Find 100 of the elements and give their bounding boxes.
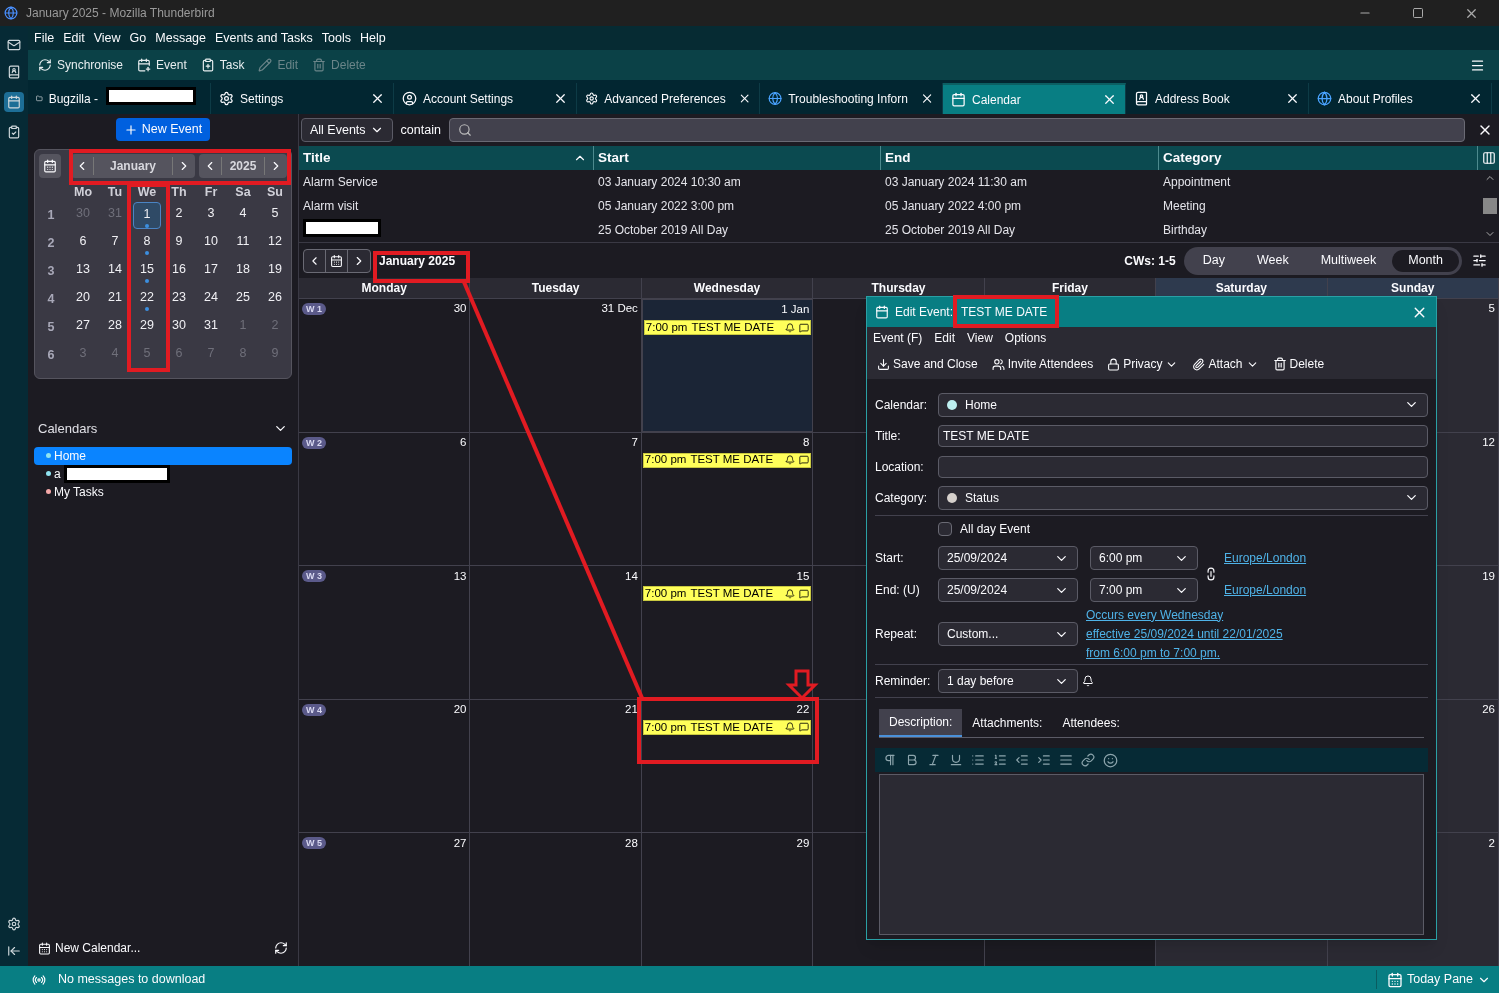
menu-item[interactable]: View [967, 329, 993, 347]
day-cell[interactable]: 22 7:00 pm TEST ME DATE [641, 699, 814, 833]
event-item[interactable]: 7:00 pm TEST ME DATE [643, 320, 812, 335]
menu-item[interactable]: Options [1004, 329, 1047, 347]
day-cell[interactable]: 22 [133, 286, 161, 313]
event-item[interactable]: 7:00 pm TEST ME DATE [642, 719, 812, 735]
day-cell[interactable]: 14 [101, 258, 129, 285]
menu-icon[interactable] [1470, 57, 1485, 73]
day-cell[interactable]: 15 [133, 258, 161, 285]
recurrence-link[interactable]: Occurs every Wednesday [1086, 605, 1283, 625]
dropdown[interactable]: Custom... [938, 622, 1078, 646]
time-picker[interactable]: 7:00 pm [1090, 578, 1198, 602]
view-options-icon[interactable] [1472, 253, 1487, 268]
day-cell[interactable]: 11 [229, 230, 257, 257]
recurrence-link[interactable]: effective 25/09/2024 until 22/01/2025 [1086, 624, 1283, 644]
month-picker[interactable]: January [71, 154, 195, 178]
date-picker[interactable]: 25/09/2024 [938, 546, 1078, 570]
sync-icon[interactable] [274, 941, 288, 955]
indent-icon[interactable] [1037, 753, 1051, 767]
view-tab[interactable]: Week [1240, 249, 1305, 272]
day-cell[interactable]: 7 [101, 230, 129, 257]
maximize-icon[interactable] [1412, 7, 1424, 19]
tab[interactable]: Advanced Preferences [577, 83, 760, 114]
column-header[interactable]: Title [299, 146, 594, 170]
day-cell[interactable]: 27 [69, 314, 97, 341]
day-cell[interactable]: 14 [470, 566, 642, 699]
calendar-list-item[interactable]: Home [34, 446, 292, 465]
toolbar-button[interactable]: Invite Attendees [991, 355, 1094, 373]
event-item[interactable]: 7:00 pm TEST ME DATE [642, 586, 812, 602]
toolbar-button[interactable]: Event [137, 56, 187, 74]
smiley-icon[interactable] [1103, 752, 1118, 768]
align-icon[interactable] [1059, 753, 1073, 767]
bullet-list-icon[interactable] [971, 753, 985, 767]
collapse-icon[interactable] [7, 944, 21, 958]
day-cell[interactable]: 1 Jan 7:00 pm TEST ME DATE [641, 299, 814, 432]
tab[interactable]: About Profiles [1309, 83, 1492, 114]
day-cell[interactable]: 21 [470, 699, 642, 833]
toolbar-button[interactable]: Synchronise [38, 56, 124, 74]
day-cell[interactable]: 31 [197, 314, 225, 341]
dropdown[interactable]: Status [938, 485, 1428, 510]
day-cell[interactable]: W 1 30 [299, 299, 471, 432]
column-header[interactable]: Start [594, 146, 881, 170]
filter-dropdown[interactable]: All Events [301, 118, 393, 142]
day-cell[interactable]: 30 [165, 314, 193, 341]
menu-item[interactable]: Help [359, 28, 386, 48]
timezone-link[interactable]: Europe/London [1224, 549, 1307, 567]
day-cell[interactable]: 8 7:00 pm TEST ME DATE [641, 432, 814, 566]
menu-item[interactable]: Tools [321, 28, 351, 48]
input-field[interactable]: TEST ME DATE [938, 424, 1428, 447]
menu-item[interactable]: Go [129, 28, 147, 48]
view-tab[interactable]: Multiweek [1304, 249, 1393, 272]
close-icon[interactable] [553, 91, 568, 106]
day-cell[interactable]: 28 [101, 314, 129, 341]
menu-item[interactable]: Event (F) [873, 329, 923, 347]
settings-icon[interactable] [7, 917, 21, 931]
toolbar-button[interactable]: Save and Close [877, 355, 978, 373]
toolbar-button[interactable]: Attach [1192, 355, 1259, 373]
today-icon[interactable] [39, 154, 61, 178]
day-cell[interactable]: 23 [165, 286, 193, 313]
day-cell[interactable]: 3 [197, 202, 225, 229]
day-cell[interactable]: 10 [197, 230, 225, 257]
day-cell[interactable]: 18 [229, 258, 257, 285]
tab[interactable]: Attachments: [962, 709, 1053, 737]
day-cell[interactable]: 9 [165, 230, 193, 257]
day-cell[interactable]: 17 [197, 258, 225, 285]
menu-item[interactable]: Edit [63, 28, 85, 48]
dropdown[interactable]: Home [938, 392, 1428, 417]
mail-icon[interactable] [7, 38, 21, 52]
underline-icon[interactable] [949, 753, 963, 767]
menu-item[interactable]: File [34, 28, 55, 48]
day-cell[interactable]: 21 [101, 286, 129, 313]
day-cell[interactable]: 19 [261, 258, 289, 285]
new-event-button[interactable]: New Event [115, 118, 211, 141]
day-cell[interactable]: 29 [641, 833, 814, 966]
toolbar-button[interactable]: Delete [1272, 355, 1325, 373]
menu-item[interactable]: View [93, 28, 121, 48]
day-cell[interactable]: W 4 20 [299, 699, 471, 833]
tab[interactable]: Calendar [943, 83, 1126, 114]
menu-item[interactable]: Message [155, 28, 206, 48]
paragraph-icon[interactable] [883, 753, 897, 767]
day-cell[interactable]: 20 [69, 286, 97, 313]
calendar-space-button[interactable] [4, 92, 24, 112]
day-cell[interactable]: 24 [197, 286, 225, 313]
day-cell[interactable]: 26 [261, 286, 289, 313]
day-cell[interactable]: 5 [261, 202, 289, 229]
time-picker[interactable]: 6:00 pm [1090, 546, 1198, 570]
link-icon[interactable] [1204, 567, 1218, 581]
tasks-icon[interactable] [7, 125, 21, 139]
day-cell[interactable]: 12 [261, 230, 289, 257]
numbered-list-icon[interactable] [993, 753, 1007, 767]
tab[interactable]: Account Settings [394, 83, 577, 114]
view-tab[interactable]: Month [1392, 249, 1459, 272]
day-cell[interactable]: 15 7:00 pm TEST ME DATE [641, 566, 814, 699]
view-tab[interactable]: Day [1186, 249, 1241, 272]
close-icon[interactable] [1468, 91, 1483, 106]
tab[interactable]: Address Book [1126, 83, 1309, 114]
menu-item[interactable]: Edit [934, 329, 956, 347]
day-cell[interactable]: 2 [165, 202, 193, 229]
contacts-icon[interactable] [7, 65, 21, 79]
italic-icon[interactable] [927, 753, 941, 767]
